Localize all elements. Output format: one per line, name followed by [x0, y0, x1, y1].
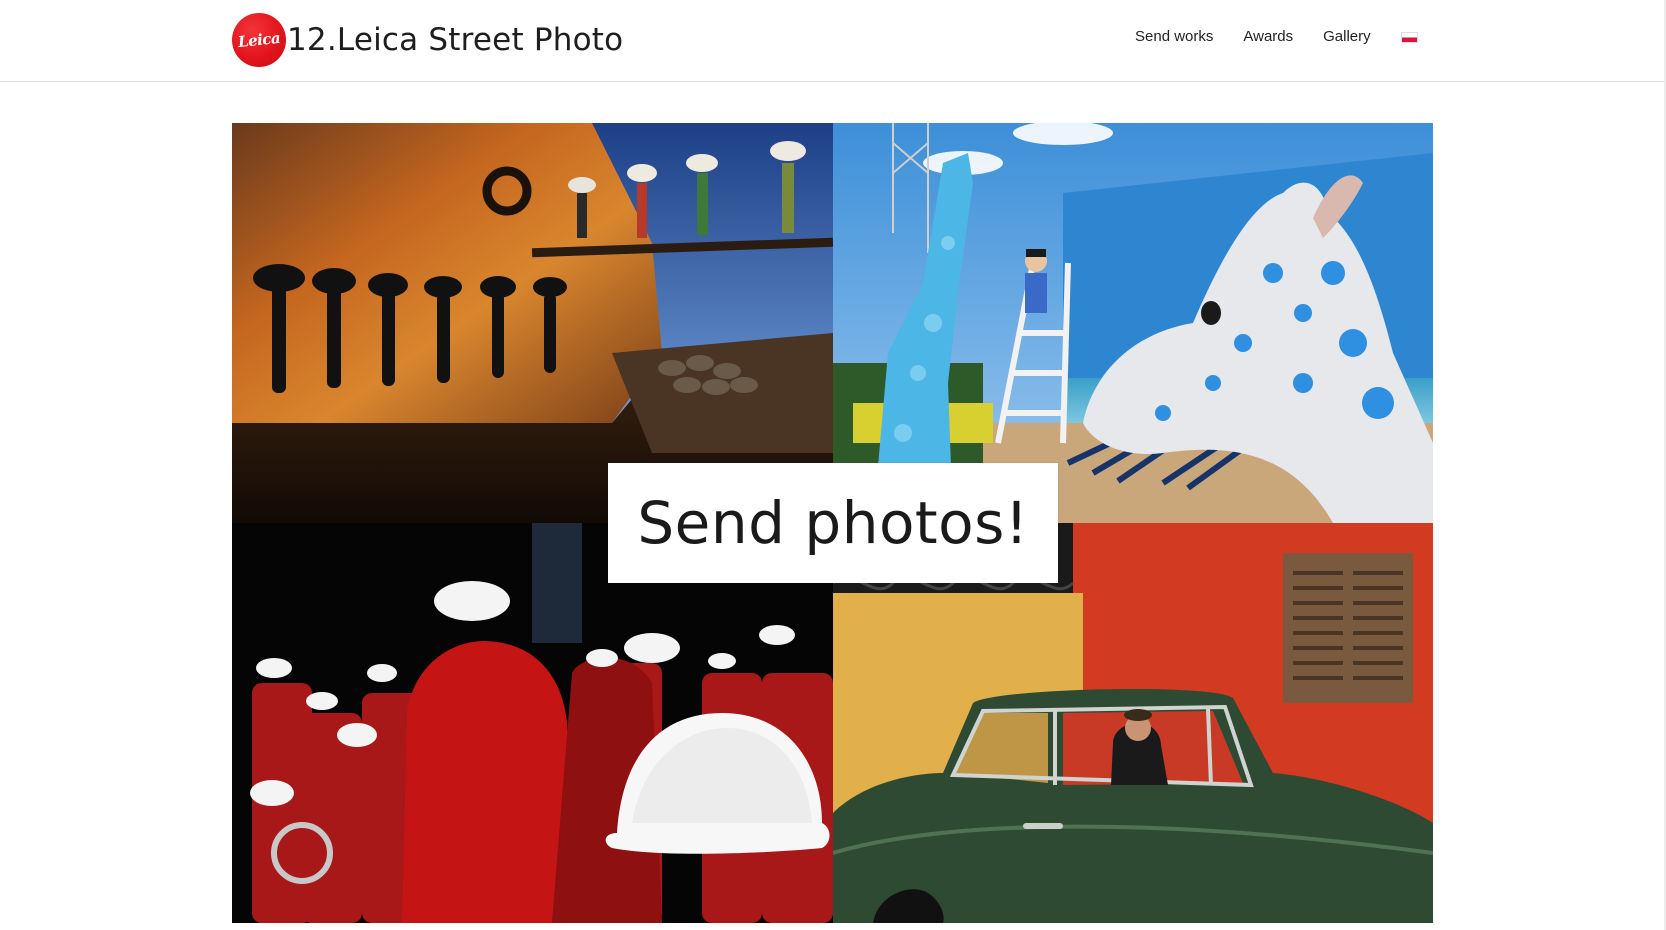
- nav-gallery[interactable]: Gallery: [1323, 28, 1371, 45]
- nav-send-works[interactable]: Send works: [1135, 28, 1213, 45]
- poland-flag-icon[interactable]: [1400, 32, 1418, 43]
- send-photos-button[interactable]: Send photos!: [608, 463, 1058, 583]
- send-photos-label: Send photos!: [637, 489, 1029, 557]
- main-nav: Send works Awards Gallery: [1135, 28, 1418, 45]
- site-title: 12.Leica Street Photo: [287, 22, 624, 58]
- hero-collage: Send photos!: [232, 123, 1433, 923]
- nav-awards[interactable]: Awards: [1243, 28, 1293, 45]
- photo-green-car: [833, 523, 1433, 923]
- home-link[interactable]: Leica 12.Leica Street Photo: [232, 12, 623, 68]
- logo-text: Leica: [237, 28, 281, 52]
- photo-band: [232, 523, 833, 923]
- leica-logo-icon: Leica: [232, 13, 286, 67]
- site-header: Leica 12.Leica Street Photo Send works A…: [0, 0, 1666, 82]
